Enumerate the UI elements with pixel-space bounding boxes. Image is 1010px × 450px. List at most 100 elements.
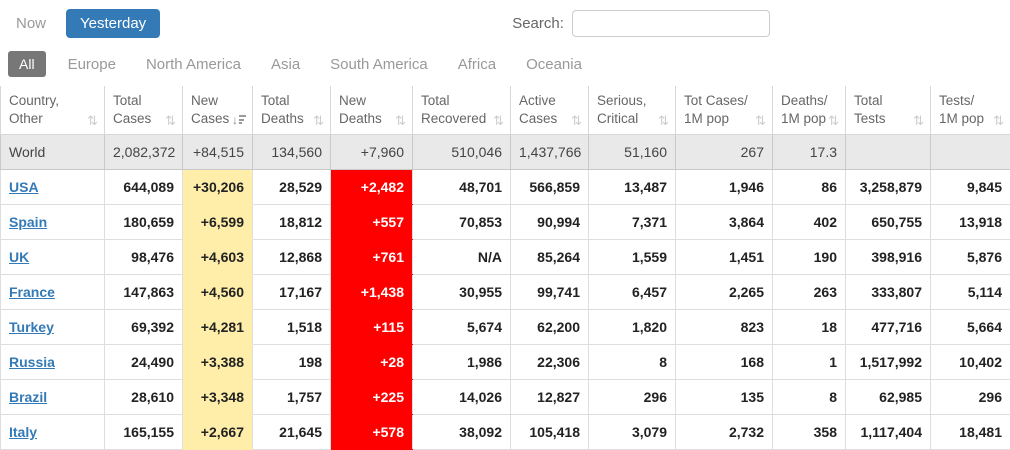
country-cell: USA: [1, 169, 105, 204]
region-tab-asia[interactable]: Asia: [271, 56, 300, 73]
col-header-new-cases[interactable]: NewCases ↓: [183, 86, 253, 134]
new-deaths-cell: +225: [331, 379, 413, 414]
tab-now[interactable]: Now: [16, 15, 46, 32]
country-link[interactable]: USA: [9, 179, 39, 195]
country-cell: Russia: [1, 344, 105, 379]
deaths-per-1m-cell: 263: [773, 274, 846, 309]
new-cases-cell: +3,388: [183, 344, 253, 379]
region-tab-oceania[interactable]: Oceania: [526, 56, 582, 73]
region-tabs: All Europe North America Asia South Amer…: [0, 44, 1010, 86]
total-tests-cell: 1,517,992: [846, 344, 931, 379]
new-deaths-cell: +115: [331, 309, 413, 344]
cases-per-1m-cell: 1,946: [676, 169, 773, 204]
country-link[interactable]: UK: [9, 249, 29, 265]
sort-icon: ⇅: [993, 114, 1004, 128]
serious-critical-cell: 6,457: [589, 274, 676, 309]
region-tab-north-america[interactable]: North America: [146, 56, 241, 73]
total-recovered-cell: 48,701: [413, 169, 511, 204]
country-link[interactable]: Brazil: [9, 389, 47, 405]
sort-icon: ⇅: [395, 114, 406, 128]
col-header-country[interactable]: Country,Other ⇅: [1, 86, 105, 134]
tests-per-1m-cell: 10,402: [931, 344, 1010, 379]
table-row-world: World 2,082,372 +84,515 134,560 +7,960 5…: [1, 134, 1010, 169]
table-row-usa: USA 644,089 +30,206 28,529 +2,482 48,701…: [1, 169, 1010, 204]
active-cases-cell: 90,994: [511, 204, 589, 239]
col-header-serious-critical[interactable]: Serious,Critical ⇅: [589, 86, 676, 134]
region-tab-south-america[interactable]: South America: [330, 56, 428, 73]
serious-critical-cell: 1,820: [589, 309, 676, 344]
cases-per-1m-cell: 2,732: [676, 414, 773, 449]
active-cases-cell: 105,418: [511, 414, 589, 449]
new-cases-cell: +4,281: [183, 309, 253, 344]
country-link[interactable]: France: [9, 284, 55, 300]
col-header-new-deaths[interactable]: NewDeaths ⇅: [331, 86, 413, 134]
col-header-total-tests[interactable]: TotalTests ⇅: [846, 86, 931, 134]
total-tests-cell: 1,117,404: [846, 414, 931, 449]
col-header-cases-per-1m[interactable]: Tot Cases/1M pop ⇅: [676, 86, 773, 134]
search-input[interactable]: [572, 10, 770, 37]
new-cases-cell: +4,603: [183, 239, 253, 274]
country-cell: France: [1, 274, 105, 309]
active-cases-cell: 85,264: [511, 239, 589, 274]
country-cell: UK: [1, 239, 105, 274]
col-header-tests-per-1m[interactable]: Tests/1M pop ⇅: [931, 86, 1010, 134]
new-cases-cell: +3,348: [183, 379, 253, 414]
serious-critical-cell: 3,079: [589, 414, 676, 449]
col-header-total-cases[interactable]: TotalCases ⇅: [105, 86, 183, 134]
cases-per-1m-cell: 267: [676, 134, 773, 169]
total-deaths-cell: 21,645: [253, 414, 331, 449]
country-link[interactable]: Spain: [9, 214, 47, 230]
total-recovered-cell: 70,853: [413, 204, 511, 239]
deaths-per-1m-cell: 8: [773, 379, 846, 414]
new-cases-cell: +4,560: [183, 274, 253, 309]
total-tests-cell: 650,755: [846, 204, 931, 239]
total-cases-cell: 2,082,372: [105, 134, 183, 169]
serious-critical-cell: 296: [589, 379, 676, 414]
cases-per-1m-cell: 2,265: [676, 274, 773, 309]
col-header-deaths-per-1m[interactable]: Deaths/1M pop ⇅: [773, 86, 846, 134]
search-area: Search:: [512, 10, 770, 37]
total-deaths-cell: 198: [253, 344, 331, 379]
country-link[interactable]: Russia: [9, 354, 55, 370]
region-tab-africa[interactable]: Africa: [458, 56, 496, 73]
table-row-france: France 147,863 +4,560 17,167 +1,438 30,9…: [1, 274, 1010, 309]
total-tests-cell: 333,807: [846, 274, 931, 309]
total-recovered-cell: 1,986: [413, 344, 511, 379]
col-header-total-recovered[interactable]: TotalRecovered ⇅: [413, 86, 511, 134]
sort-icon: ⇅: [658, 114, 669, 128]
total-deaths-cell: 134,560: [253, 134, 331, 169]
col-header-total-deaths[interactable]: TotalDeaths ⇅: [253, 86, 331, 134]
new-deaths-cell: +578: [331, 414, 413, 449]
country-link[interactable]: Turkey: [9, 319, 54, 335]
total-deaths-cell: 17,167: [253, 274, 331, 309]
tests-per-1m-cell: [931, 134, 1010, 169]
total-recovered-cell: 30,955: [413, 274, 511, 309]
covid-stats-table: Country,Other ⇅ TotalCases ⇅ NewCases ↓ …: [0, 86, 1010, 450]
sort-icon: ⇅: [913, 114, 924, 128]
total-deaths-cell: 1,757: [253, 379, 331, 414]
total-recovered-cell: 5,674: [413, 309, 511, 344]
serious-critical-cell: 7,371: [589, 204, 676, 239]
col-header-active-cases[interactable]: ActiveCases ⇅: [511, 86, 589, 134]
tab-yesterday[interactable]: Yesterday: [66, 9, 160, 38]
region-tab-all[interactable]: All: [8, 51, 46, 77]
active-cases-cell: 1,437,766: [511, 134, 589, 169]
total-cases-cell: 24,490: [105, 344, 183, 379]
country-link[interactable]: Italy: [9, 424, 37, 440]
total-cases-cell: 165,155: [105, 414, 183, 449]
table-row-russia: Russia 24,490 +3,388 198 +28 1,986 22,30…: [1, 344, 1010, 379]
total-deaths-cell: 18,812: [253, 204, 331, 239]
total-cases-cell: 69,392: [105, 309, 183, 344]
tests-per-1m-cell: 5,664: [931, 309, 1010, 344]
sort-icon: ⇅: [313, 114, 324, 128]
tests-per-1m-cell: 9,845: [931, 169, 1010, 204]
total-deaths-cell: 28,529: [253, 169, 331, 204]
region-tab-europe[interactable]: Europe: [68, 56, 116, 73]
total-recovered-cell: 510,046: [413, 134, 511, 169]
total-cases-cell: 147,863: [105, 274, 183, 309]
serious-critical-cell: 13,487: [589, 169, 676, 204]
serious-critical-cell: 51,160: [589, 134, 676, 169]
new-cases-cell: +6,599: [183, 204, 253, 239]
total-recovered-cell: 38,092: [413, 414, 511, 449]
table-row-brazil: Brazil 28,610 +3,348 1,757 +225 14,026 1…: [1, 379, 1010, 414]
